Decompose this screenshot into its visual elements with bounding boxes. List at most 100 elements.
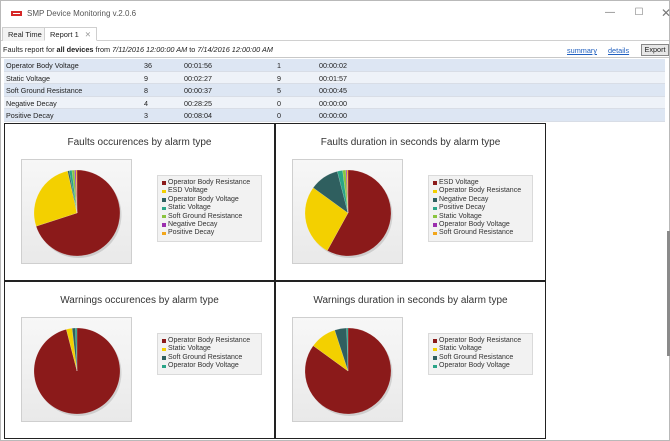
pie-chart-frame: [21, 159, 132, 264]
legend-swatch: [162, 231, 166, 236]
legend-swatch: [162, 181, 166, 185]
export-button[interactable]: Export: [641, 44, 669, 56]
legend-swatch: [162, 214, 166, 219]
cell-fault-duration: 00:00:37: [184, 86, 212, 95]
tab-real-time[interactable]: Real Time: [2, 27, 48, 41]
legend-swatch: [433, 206, 437, 211]
legend-label: Operator Body Voltage: [439, 362, 510, 370]
legend-swatch: [162, 356, 166, 360]
legend-item-operator-body-resistance: Operator Body Resistance: [433, 337, 528, 345]
legend-label: Positive Decay: [439, 204, 486, 212]
cell-alarm-type: Soft Ground Resistance: [6, 86, 83, 95]
legend-label: ESD Voltage: [168, 187, 208, 195]
legend-swatch: [433, 339, 437, 343]
pie-chart: [33, 169, 122, 258]
legend-item-static-voltage: Static Voltage: [162, 345, 257, 353]
legend-item-operator-body-resistance: Operator Body Resistance: [162, 337, 257, 345]
chart-panel-faults-occurrences: Faults occurences by alarm type Operator…: [4, 123, 275, 281]
legend-label: Operator Body Resistance: [168, 337, 251, 344]
legend-swatch: [433, 231, 437, 236]
tab-close-icon[interactable]: ✕: [85, 30, 91, 39]
charts-grid: Faults occurences by alarm type Operator…: [4, 123, 546, 440]
legend-label: Soft Ground Resistance: [168, 353, 243, 361]
cell-warning-duration: 00:00:00: [319, 98, 347, 108]
legend-swatch: [433, 347, 437, 352]
cell-fault-count: 8: [144, 86, 148, 95]
legend-item-operator-body-resistance: Operator Body Resistance: [433, 187, 528, 195]
tab-strip: Real Time Report 1 ✕: [1, 27, 669, 41]
cell-fault-duration: 00:02:27: [184, 73, 212, 83]
summary-link[interactable]: summary: [567, 46, 597, 55]
legend-item-soft-ground-resistance: Soft Ground Resistance: [162, 354, 257, 362]
legend-swatch: [433, 364, 437, 369]
table-row[interactable]: Static Voltage 9 00:02:27 9 00:01:57: [4, 71, 665, 84]
chart-panel-warnings-duration: Warnings duration in seconds by alarm ty…: [275, 281, 546, 439]
faults-table: Operator Body Voltage 36 00:01:56 1 00:0…: [4, 59, 665, 122]
chart-legend: Operator Body Resistance ESD Voltage Opera…: [157, 175, 262, 242]
cell-warning-count: 1: [277, 61, 281, 70]
legend-swatch: [433, 223, 437, 227]
report-from-word: from: [93, 45, 113, 54]
chart-legend: Operator Body Resistance Static Voltage So…: [428, 333, 533, 375]
legend-swatch: [433, 356, 437, 360]
cell-fault-count: 4: [144, 98, 148, 108]
details-link[interactable]: details: [608, 46, 629, 55]
tab-label: Real Time: [8, 30, 42, 39]
legend-item-operator-body-voltage: Operator Body Voltage: [433, 362, 528, 370]
legend-label: Operator Body Voltage: [168, 362, 239, 370]
legend-swatch: [162, 189, 166, 194]
pie-chart-frame: [292, 317, 403, 422]
legend-label: ESD Voltage: [439, 179, 479, 186]
cell-warning-duration: 00:00:00: [319, 111, 347, 120]
legend-swatch: [433, 214, 437, 219]
legend-item-negative-decay: Negative Decay: [433, 196, 528, 204]
legend-item-operator-body-resistance: Operator Body Resistance: [162, 179, 257, 187]
cell-fault-count: 36: [144, 61, 152, 70]
close-window-button[interactable]: ✕: [657, 6, 670, 20]
legend-label: Operator Body Voltage: [168, 195, 239, 203]
maximize-button[interactable]: ☐: [630, 6, 648, 20]
minimize-button[interactable]: —: [601, 6, 619, 20]
legend-item-static-voltage: Static Voltage: [433, 213, 528, 221]
legend-item-negative-decay: Negative Decay: [162, 221, 257, 229]
legend-item-esd-voltage: ESD Voltage: [162, 187, 257, 195]
legend-item-operator-body-voltage: Operator Body Voltage: [162, 362, 257, 370]
cell-fault-count: 3: [144, 111, 148, 120]
pie-chart: [304, 327, 393, 416]
cell-fault-duration: 00:01:56: [184, 61, 212, 70]
legend-label: Negative Decay: [168, 220, 218, 228]
legend-swatch: [162, 206, 166, 211]
legend-item-positive-decay: Positive Decay: [433, 204, 528, 212]
legend-label: Positive Decay: [168, 229, 215, 237]
chart-legend: Operator Body Resistance Static Voltage So…: [157, 333, 262, 375]
title-bar: SMP Device Monitoring v.2.0.6 — ☐ ✕: [1, 1, 670, 26]
legend-label: Static Voltage: [168, 204, 211, 212]
legend-label: Operator Body Resistance: [439, 187, 522, 195]
table-row[interactable]: Negative Decay 4 00:28:25 0 00:00:00: [4, 96, 665, 109]
legend-label: Soft Ground Resistance: [168, 212, 243, 220]
cell-alarm-type: Static Voltage: [6, 73, 50, 83]
chart-legend: ESD Voltage Operator Body Resistance Negat…: [428, 175, 533, 242]
report-from-date: 7/11/2016 12:00:00 AM: [112, 45, 188, 54]
legend-item-static-voltage: Static Voltage: [433, 345, 528, 353]
cell-warning-count: 0: [277, 98, 281, 108]
table-row[interactable]: Soft Ground Resistance 8 00:00:37 5 00:0…: [4, 84, 665, 97]
report-to-date: 7/14/2016 12:00:00 AM: [197, 45, 273, 54]
cell-fault-duration: 00:28:25: [184, 98, 212, 108]
legend-label: Static Voltage: [168, 345, 211, 353]
table-row[interactable]: Positive Decay 3 00:08:04 0 00:00:00: [4, 109, 665, 122]
table-row[interactable]: Operator Body Voltage 36 00:01:56 1 00:0…: [4, 59, 665, 72]
legend-label: Operator Body Voltage: [439, 220, 510, 228]
report-description: Faults report for all devices from 7/11/…: [3, 45, 273, 54]
cell-warning-count: 5: [277, 86, 281, 95]
legend-item-soft-ground-resistance: Soft Ground Resistance: [433, 229, 528, 237]
cell-alarm-type: Operator Body Voltage: [6, 61, 79, 70]
app-logo-icon: [11, 11, 22, 16]
pie-chart-frame: [21, 317, 132, 422]
legend-swatch: [433, 198, 437, 202]
legend-swatch: [162, 347, 166, 352]
legend-item-operator-body-voltage: Operator Body Voltage: [162, 196, 257, 204]
legend-label: Operator Body Resistance: [439, 337, 522, 344]
legend-item-soft-ground-resistance: Soft Ground Resistance: [433, 354, 528, 362]
tab-report-1[interactable]: Report 1 ✕: [44, 27, 98, 41]
